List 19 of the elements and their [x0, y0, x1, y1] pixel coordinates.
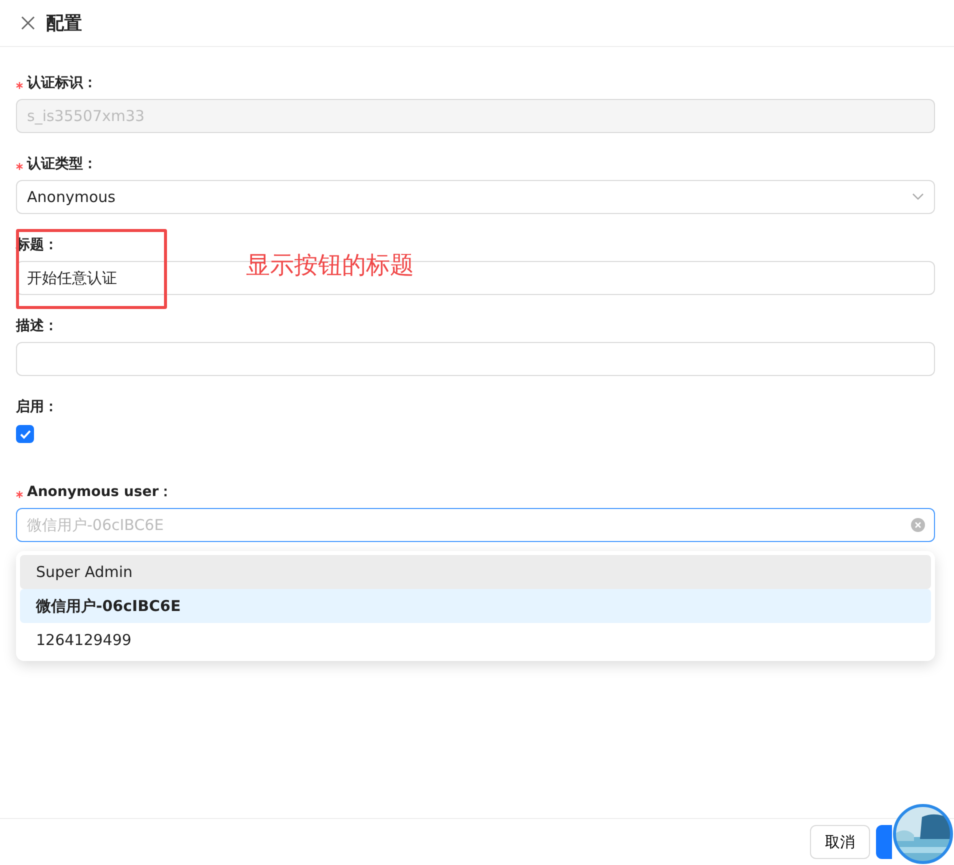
dropdown-option[interactable]: Super Admin [20, 555, 931, 589]
close-icon [20, 15, 36, 31]
field-label: 认证类型： [27, 155, 97, 174]
dropdown-option[interactable]: 微信用户-06cIBC6E [20, 589, 931, 623]
field-label: 启用： [16, 398, 58, 417]
combo-field[interactable]: 微信用户-06cIBC6E [16, 508, 935, 542]
drawer-title: 配置 [46, 12, 82, 35]
close-button[interactable] [20, 15, 36, 31]
text-input[interactable] [16, 342, 935, 376]
dropdown-option[interactable]: 1264129499 [20, 623, 931, 657]
check-icon [20, 430, 30, 438]
cancel-button[interactable]: 取消 [810, 825, 870, 859]
chevron-down-icon [912, 193, 924, 201]
select-field[interactable]: Anonymous [16, 180, 935, 214]
confirm-button[interactable] [876, 825, 892, 859]
checkbox[interactable] [16, 425, 34, 443]
field-label: 描述： [16, 317, 58, 336]
field-label: 认证标识： [27, 74, 97, 93]
field-label: Anonymous user： [27, 483, 173, 502]
